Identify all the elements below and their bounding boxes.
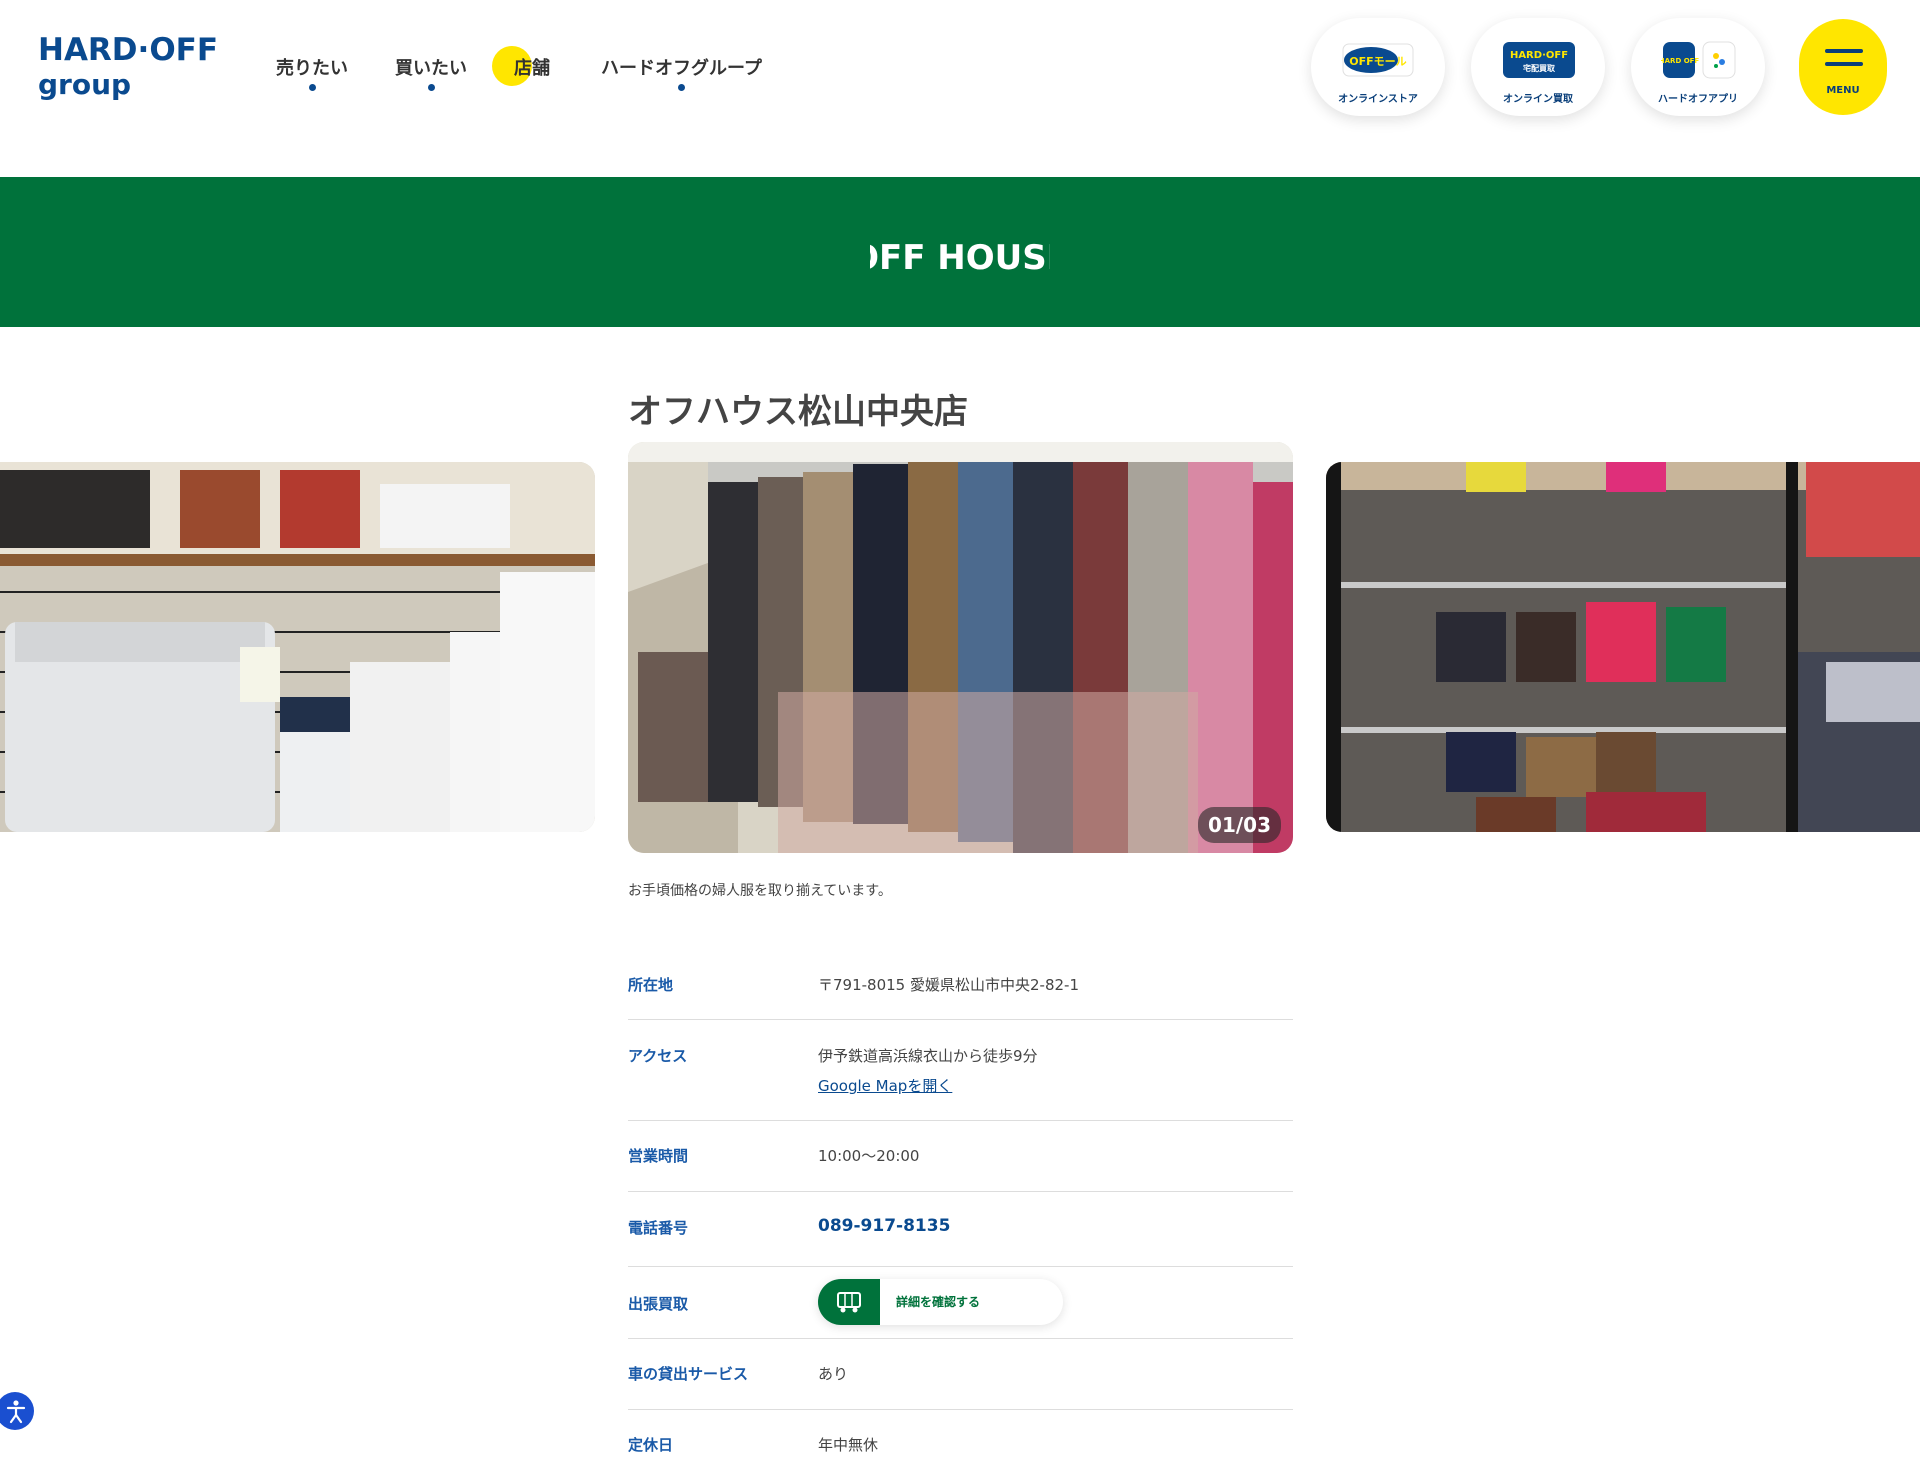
svg-text:HARD OFF: HARD OFF <box>1661 57 1699 65</box>
hamburger-line <box>1825 62 1863 66</box>
info-label: 定休日 <box>628 1436 674 1454</box>
brand-banner: OFF HOUSE <box>0 177 1920 327</box>
nav-buy[interactable]: 買いたい <box>395 54 467 91</box>
info-value-car-rental: あり <box>818 1365 849 1383</box>
menu-button[interactable]: MENU <box>1799 19 1887 115</box>
phone-number-link[interactable]: 089-917-8135 <box>818 1216 950 1236</box>
trip-buyback-details-button[interactable]: 詳細を確認する <box>818 1279 1063 1325</box>
nav-buy-label: 買いたい <box>395 58 467 79</box>
slide-photo-appliances <box>0 462 595 832</box>
slide-photo-womens-clothing <box>628 442 1293 853</box>
info-row-hours: 営業時間 10:00〜20:00 <box>628 1121 1293 1192</box>
info-row-address: 所在地 〒791-8015 愛媛県松山市中央2-82-1 <box>628 950 1293 1020</box>
info-value-hours: 10:00〜20:00 <box>818 1147 920 1165</box>
info-label: 出張買取 <box>628 1295 689 1313</box>
accessibility-icon <box>6 1400 26 1424</box>
accessibility-button[interactable] <box>0 1392 34 1430</box>
hardoff-group-logo[interactable]: HARD·OFF group <box>38 24 218 104</box>
info-label: 営業時間 <box>628 1147 689 1165</box>
store-title: オフハウス松山中央店 <box>628 392 968 432</box>
svg-text:group: group <box>38 68 131 101</box>
nav-sell[interactable]: 売りたい <box>276 54 348 91</box>
slide-counter: 01/03 <box>1198 807 1281 843</box>
app-caption: ハードオフアプリ <box>1658 94 1738 105</box>
nav-stores[interactable]: 店舗 <box>492 46 550 86</box>
svg-text:HARD·OFF: HARD·OFF <box>1510 50 1568 61</box>
info-label: 電話番号 <box>628 1219 689 1237</box>
google-map-link[interactable]: Google Mapを開く <box>818 1075 952 1096</box>
svg-text:宅配買取: 宅配買取 <box>1523 63 1555 73</box>
info-row-access: アクセス 伊予鉄道高浜線衣山から徒歩9分 Google Mapを開く <box>628 1020 1293 1121</box>
online-store-caption: オンラインストア <box>1338 94 1418 105</box>
hardoff-delivery-logo-icon: HARD·OFF 宅配買取 <box>1503 42 1575 78</box>
offhouse-logo: OFF HOUSE <box>870 238 1050 277</box>
online-buyback-caption: オンライン買取 <box>1503 94 1573 105</box>
svg-text:OFFモール: OFFモール <box>1349 55 1406 68</box>
offmall-logo-icon: OFFモール <box>1342 43 1414 77</box>
trip-buyback-button-label: 詳細を確認する <box>896 1295 981 1309</box>
info-row-car-rental: 車の貸出サービス あり <box>628 1339 1293 1410</box>
slide-previous[interactable] <box>0 462 595 832</box>
info-value-address: 〒791-8015 愛媛県松山市中央2-82-1 <box>818 976 1079 994</box>
nav-group[interactable]: ハードオフグループ <box>601 54 762 91</box>
nav-dot <box>678 84 686 91</box>
info-label: アクセス <box>628 1047 688 1065</box>
hardoff-app-logo-icon: HARD OFF <box>1661 41 1736 79</box>
info-row-phone: 電話番号 089-917-8135 <box>628 1192 1293 1267</box>
nav-dot <box>309 84 316 91</box>
info-label: 所在地 <box>628 976 674 994</box>
nav-group-label: ハードオフグループ <box>601 58 762 79</box>
info-label: 車の貸出サービス <box>628 1365 749 1383</box>
info-row-closed-days: 定休日 年中無休 <box>628 1410 1293 1480</box>
nav-sell-label: 売りたい <box>276 58 348 79</box>
slide-caption: お手頃価格の婦人服を取り揃えています。 <box>628 883 892 899</box>
svg-text:HARD·OFF: HARD·OFF <box>38 32 218 68</box>
hamburger-line <box>1825 49 1863 53</box>
truck-icon <box>818 1279 880 1325</box>
nav-dot <box>428 84 435 91</box>
menu-label: MENU <box>1826 85 1860 96</box>
online-buyback-button[interactable]: HARD·OFF 宅配買取 オンライン買取 <box>1471 18 1605 116</box>
online-store-button[interactable]: OFFモール オンラインストア <box>1311 18 1445 116</box>
app-button[interactable]: HARD OFF ハードオフアプリ <box>1631 18 1765 116</box>
store-info-table: 所在地 〒791-8015 愛媛県松山市中央2-82-1 アクセス 伊予鉄道高浜… <box>628 950 1293 1480</box>
svg-text:OFF HOUSE: OFF HOUSE <box>870 238 1050 277</box>
nav-stores-label: 店舗 <box>514 58 550 79</box>
slide-current[interactable]: 01/03 <box>628 442 1293 853</box>
info-row-trip-buyback: 出張買取 詳細を確認する <box>628 1267 1293 1339</box>
slide-photo-handbags <box>1326 462 1920 832</box>
slide-next[interactable] <box>1326 462 1920 832</box>
info-value-access: 伊予鉄道高浜線衣山から徒歩9分 <box>818 1047 1038 1065</box>
info-value-closed-days: 年中無休 <box>818 1436 879 1454</box>
